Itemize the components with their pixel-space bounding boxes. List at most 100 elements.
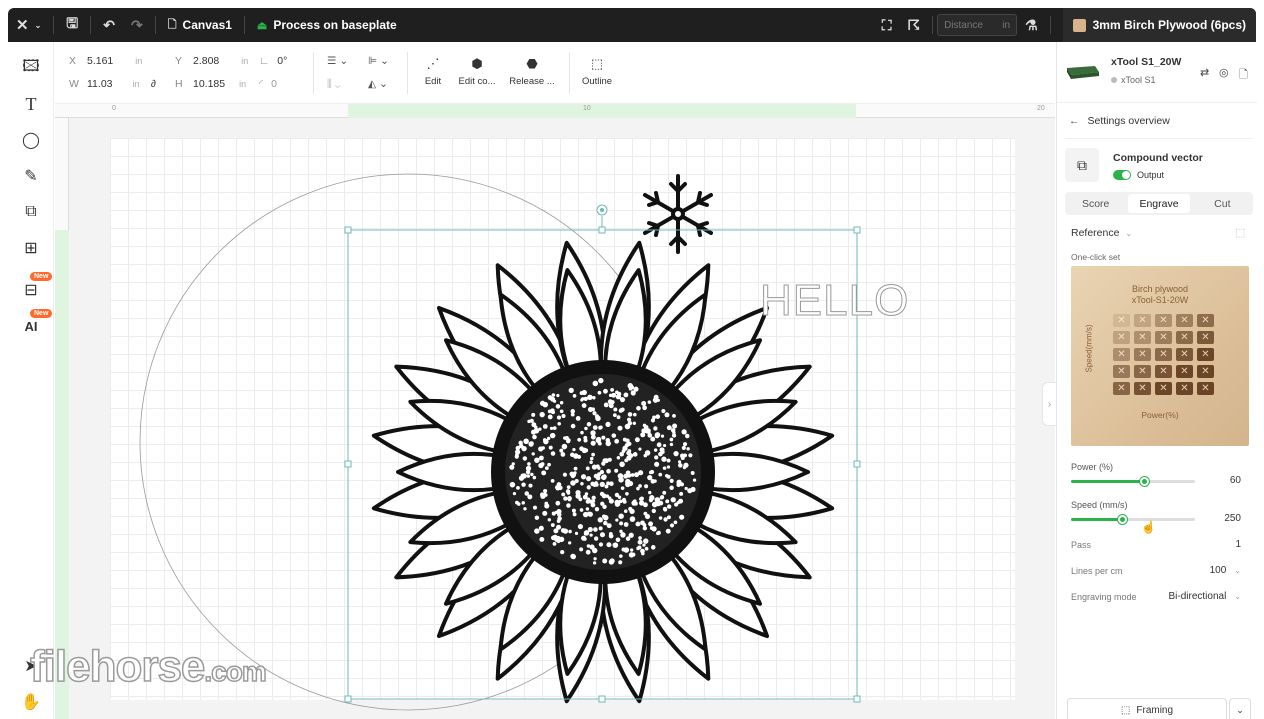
- snowflake-graphic[interactable]: [643, 174, 713, 254]
- device-name[interactable]: xTool S1_20W: [1111, 56, 1181, 68]
- seed-dot: [599, 532, 606, 538]
- seed-dot: [593, 557, 597, 561]
- seed-dot: [614, 501, 620, 507]
- seed-dot: [538, 525, 544, 531]
- power-knob[interactable]: [1140, 477, 1150, 486]
- seed-dot: [642, 423, 647, 428]
- pass-value[interactable]: 1: [1235, 539, 1241, 550]
- seed-dot: [664, 473, 669, 478]
- seed-dot: [528, 441, 534, 447]
- seed-dot: [562, 472, 568, 477]
- seed-dot: [618, 477, 624, 483]
- switch-device-button[interactable]: ⇄: [1200, 66, 1209, 79]
- test-grid-cell: ✕: [1134, 382, 1151, 395]
- seed-dot: [669, 442, 674, 447]
- seed-dot: [642, 405, 647, 411]
- seed-dot: [589, 533, 593, 537]
- speed-value[interactable]: 250: [1207, 513, 1241, 524]
- seed-dot: [618, 513, 624, 519]
- settings-back-button[interactable]: ← Settings overview: [1069, 115, 1170, 127]
- seed-dot: [602, 558, 608, 564]
- lines-value: 100: [1209, 565, 1227, 576]
- export-button[interactable]: 🗋: [1239, 66, 1248, 85]
- seed-dot: [634, 437, 640, 443]
- target-icon: ◎: [1219, 67, 1229, 79]
- seed-dot: [570, 553, 576, 559]
- seed-dot: [632, 421, 637, 425]
- seed-dot: [534, 528, 540, 534]
- seed-dot: [601, 435, 606, 440]
- test-grid-cell: ✕: [1197, 382, 1214, 395]
- test-grid-cell: ✕: [1113, 348, 1130, 361]
- speed-knob[interactable]: [1118, 515, 1128, 524]
- seed-dot: [526, 474, 531, 478]
- seed-dot: [632, 452, 638, 457]
- seed-dot: [643, 538, 649, 544]
- seed-dot: [575, 416, 581, 421]
- seed-dot: [619, 554, 623, 558]
- seed-dot: [643, 511, 648, 516]
- seed-dot: [550, 479, 555, 483]
- device-settings-button[interactable]: ◎: [1219, 66, 1229, 79]
- seed-dot: [540, 462, 545, 467]
- output-toggle-row: Output: [1113, 170, 1164, 180]
- seed-dot: [592, 561, 597, 565]
- power-slider[interactable]: [1071, 477, 1195, 486]
- reference-dropdown[interactable]: Reference ⌄: [1071, 227, 1132, 239]
- seed-dot: [608, 403, 614, 409]
- seed-dot: [572, 447, 576, 452]
- seed-dot: [607, 457, 612, 462]
- tab-cut[interactable]: Cut: [1192, 192, 1253, 215]
- framing-options-button[interactable]: ⌄: [1229, 698, 1251, 719]
- seed-dot: [597, 390, 602, 395]
- lines-dropdown[interactable]: 100 ⌄: [1210, 565, 1241, 576]
- seed-dot: [509, 464, 515, 470]
- seed-dot: [666, 515, 671, 520]
- seed-dot: [585, 507, 590, 511]
- mode-dropdown[interactable]: Bi-directional ⌄: [1168, 591, 1241, 602]
- test-grid: ✕ ✕ ✕ ✕ ✕ ✕ ✕ ✕ ✕ ✕ ✕ ✕ ✕ ✕ ✕ ✕ ✕ ✕ ✕ ✕ ✕ ✕ ✕ ✕ ✕: [1113, 314, 1214, 398]
- seed-dot: [550, 523, 555, 528]
- seed-dot: [527, 419, 531, 424]
- framing-button[interactable]: ⬚ Framing: [1067, 698, 1227, 719]
- seed-dot: [681, 429, 687, 435]
- seed-dot: [598, 526, 603, 531]
- device-thumbnail: [1065, 58, 1101, 80]
- seed-dot: [648, 498, 653, 503]
- seed-dot: [662, 490, 667, 495]
- hello-text-object[interactable]: HELLO: [759, 276, 909, 326]
- seed-dot: [644, 450, 651, 456]
- seed-dot: [678, 460, 682, 464]
- arrow-left-icon: ←: [1069, 115, 1080, 127]
- tab-score[interactable]: Score: [1065, 192, 1126, 215]
- preset-power-axis: Power(%): [1141, 410, 1179, 420]
- test-grid-cell: ✕: [1197, 331, 1214, 344]
- speed-slider[interactable]: [1071, 515, 1195, 524]
- output-toggle[interactable]: [1113, 170, 1131, 180]
- seed-dot: [669, 437, 674, 442]
- chevron-down-icon: ⌄: [1236, 704, 1244, 715]
- seed-dot: [518, 475, 525, 481]
- seed-dot: [567, 438, 571, 442]
- chevron-down-icon: ⌄: [1125, 228, 1133, 238]
- seed-dot: [587, 394, 593, 400]
- seed-dot: [599, 481, 605, 488]
- save-preset-button[interactable]: ⬚: [1235, 226, 1245, 239]
- seed-dot: [610, 387, 614, 392]
- seed-dot: [656, 442, 662, 448]
- seed-dot: [550, 396, 556, 402]
- divider: [1057, 102, 1257, 103]
- seed-dot: [605, 437, 611, 443]
- speed-fill: [1071, 518, 1124, 521]
- seed-dot: [612, 413, 617, 418]
- seed-dot: [562, 528, 569, 534]
- material-preset-card[interactable]: Birch plywood xTool-S1-20W Speed(mm/s) P…: [1071, 266, 1249, 446]
- power-value[interactable]: 60: [1207, 475, 1241, 486]
- seed-dot: [614, 468, 619, 473]
- seed-dot: [534, 425, 538, 430]
- test-grid-cell: ✕: [1134, 314, 1151, 327]
- tab-engrave[interactable]: Engrave: [1128, 194, 1190, 213]
- collapse-panel-button[interactable]: ›: [1042, 382, 1056, 426]
- seed-dot: [586, 476, 592, 482]
- seed-dot: [590, 502, 596, 508]
